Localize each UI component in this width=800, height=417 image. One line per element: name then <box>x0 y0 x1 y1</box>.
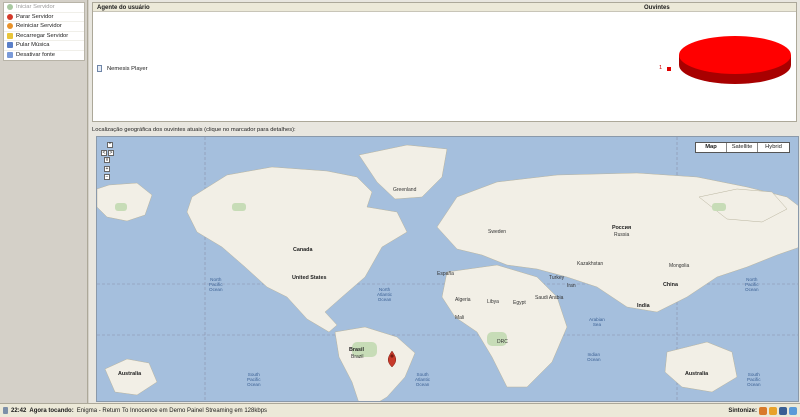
land-australia <box>664 341 738 393</box>
map-label-mongolia: Mongolia <box>669 263 690 269</box>
reload-server-button[interactable]: Recarregar Servidor <box>4 32 84 41</box>
reload-server-label: Recarregar Servidor <box>16 32 69 39</box>
reload-icon <box>7 32 13 39</box>
map-type-switcher: Map Satellite Hybrid <box>695 142 790 153</box>
geo-location-label: Localização geográfica dos ouvintes atua… <box>92 127 296 133</box>
land-africa <box>441 264 568 388</box>
zoom-in-button[interactable]: + <box>104 166 110 172</box>
status-time: 22:42 <box>11 407 27 414</box>
map-label-kazakhstan: Kazakhstan <box>577 261 604 267</box>
listeners-panel: Agente do usuário Ouvintes Nemesis Playe… <box>92 2 797 122</box>
status-bar: 22:42 Agora tocando: Enigma - Return To … <box>0 403 800 417</box>
listener-row: Nemesis Player <box>97 65 148 72</box>
map-label-brasil: Brasil <box>349 347 364 353</box>
map-label-greenland: Greenland <box>393 187 417 193</box>
skip-song-button[interactable]: Pular Música <box>4 41 84 51</box>
user-agent-column-header: Agente do usuário <box>97 4 150 11</box>
map-label-north-pacific-left: North Pacific Ocean <box>209 277 223 292</box>
map-label-south-atlantic: South Atlantic Ocean <box>415 372 431 387</box>
map-label-espana: España <box>437 271 454 277</box>
restart-icon <box>7 23 13 30</box>
play-icon <box>7 4 13 11</box>
disable-source-label: Desativar fonte <box>16 52 55 59</box>
land-australia-left <box>104 358 158 396</box>
listener-count: 1 <box>659 65 663 71</box>
land-alaska-left <box>97 182 153 222</box>
skip-icon <box>7 42 13 49</box>
map-label-canada: Canada <box>293 247 313 253</box>
listeners-pie-chart <box>675 13 795 118</box>
winamp-icon[interactable] <box>759 407 767 415</box>
map-label-arabian-sea: Arabian Sea <box>589 317 605 327</box>
map-label-india: India <box>637 303 650 309</box>
map-label-drc: DRC <box>497 339 508 345</box>
map-label-iran: Iran <box>567 283 576 289</box>
map-label-australia-left: Australia <box>118 371 142 377</box>
legend-swatch <box>667 66 671 71</box>
map-label-south-pacific-right: South Pacific Ocean <box>747 372 761 387</box>
pan-up-button[interactable]: ^ <box>107 142 113 148</box>
stop-icon <box>7 13 13 20</box>
land-south-america <box>334 326 416 401</box>
tune-in-label: Sintonize: <box>728 407 757 414</box>
pan-right-button[interactable]: > <box>108 150 114 156</box>
map-label-russia-en: Russia <box>614 232 630 238</box>
listener-map[interactable]: Map Satellite Hybrid ^ < > v + − Greenla… <box>96 136 799 402</box>
server-action-menu: Iniciar Servidor Parar Servidor Reinicia… <box>3 2 85 61</box>
music-icon <box>3 407 8 414</box>
map-label-north-pacific-right: North Pacific Ocean <box>745 277 759 292</box>
disable-source-icon <box>7 52 13 59</box>
map-label-algeria: Algeria <box>455 297 471 303</box>
map-label-egypt: Egypt <box>513 300 526 306</box>
main-content: Agente do usuário Ouvintes Nemesis Playe… <box>89 0 800 403</box>
quicktime-icon[interactable] <box>789 407 797 415</box>
realplayer-icon[interactable] <box>779 407 787 415</box>
map-label-north-atlantic: North Atlantic Ocean <box>377 287 393 302</box>
map-label-mali: Mali <box>455 315 465 321</box>
sidebar: Iniciar Servidor Parar Servidor Reinicia… <box>0 0 88 403</box>
stop-server-label: Parar Servidor <box>16 13 54 20</box>
media-player-icon[interactable] <box>769 407 777 415</box>
pan-down-button[interactable]: v <box>104 157 110 163</box>
map-label-saudi-arabia: Saudi Arabia <box>535 295 564 301</box>
pie-slice-top <box>679 36 791 74</box>
restart-server-button[interactable]: Reiniciar Servidor <box>4 22 84 32</box>
listeners-table-header: Agente do usuário Ouvintes <box>93 3 796 12</box>
listeners-column-header: Ouvintes <box>644 4 670 11</box>
map-label-turkey: Turkey <box>549 275 565 281</box>
now-playing-label: Agora tocando: <box>29 407 74 414</box>
start-server-label: Iniciar Servidor <box>16 4 55 11</box>
map-label-australia: Australia <box>685 371 709 377</box>
pan-left-button[interactable]: < <box>101 150 107 156</box>
map-label-brazil: Brazil <box>351 354 364 360</box>
skip-song-label: Pular Música <box>16 42 50 49</box>
map-label-united-states: United States <box>292 275 327 281</box>
map-type-map-button[interactable]: Map <box>696 143 727 152</box>
map-label-south-pacific-left: South Pacific Ocean <box>247 372 261 387</box>
now-playing-track: Enigma - Return To Innocence em Demo Pai… <box>76 407 268 414</box>
map-type-satellite-button[interactable]: Satellite <box>727 143 758 152</box>
disable-source-button[interactable]: Desativar fonte <box>4 51 84 61</box>
stop-server-button[interactable]: Parar Servidor <box>4 13 84 22</box>
world-map-canvas <box>97 137 798 401</box>
restart-server-label: Reiniciar Servidor <box>16 23 62 30</box>
map-type-hybrid-button[interactable]: Hybrid <box>758 143 789 152</box>
map-label-indian-ocean: Indian Ocean <box>587 352 601 362</box>
map-label-russia: Россия <box>612 225 632 231</box>
player-file-icon <box>97 65 102 72</box>
map-label-sweden: Sweden <box>488 229 507 235</box>
map-label-china: China <box>663 282 678 288</box>
user-agent-name: Nemesis Player <box>107 65 148 72</box>
start-server-button[interactable]: Iniciar Servidor <box>4 3 84 13</box>
zoom-slider-button[interactable]: − <box>104 174 110 180</box>
map-label-libya: Libya <box>487 299 499 305</box>
